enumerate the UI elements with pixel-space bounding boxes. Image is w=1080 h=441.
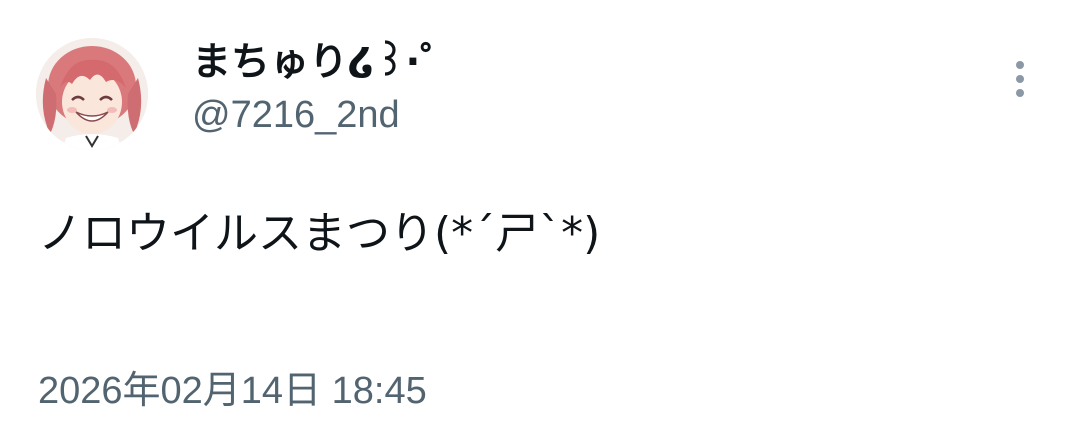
more-options-icon-dot [1016, 89, 1024, 97]
user-avatar[interactable] [36, 38, 148, 150]
tweet-text: ノロウイルスまつり(*´ㄕ`*) [38, 208, 601, 259]
tweet-timestamp[interactable]: 2026年02月14日 18:45 [38, 367, 427, 415]
avatar-image [36, 38, 148, 150]
more-options-icon [1016, 61, 1024, 69]
more-options-button[interactable] [1000, 52, 1040, 106]
author-display-name[interactable]: まちゅり໒꒱·゜ [192, 38, 459, 88]
tweet-card: まちゅり໒꒱·゜ @7216_2nd ノロウイルスまつり(*´ㄕ`*) 2026… [0, 0, 1080, 441]
more-options-icon-dot [1016, 75, 1024, 83]
author-handle[interactable]: @7216_2nd [192, 92, 400, 138]
